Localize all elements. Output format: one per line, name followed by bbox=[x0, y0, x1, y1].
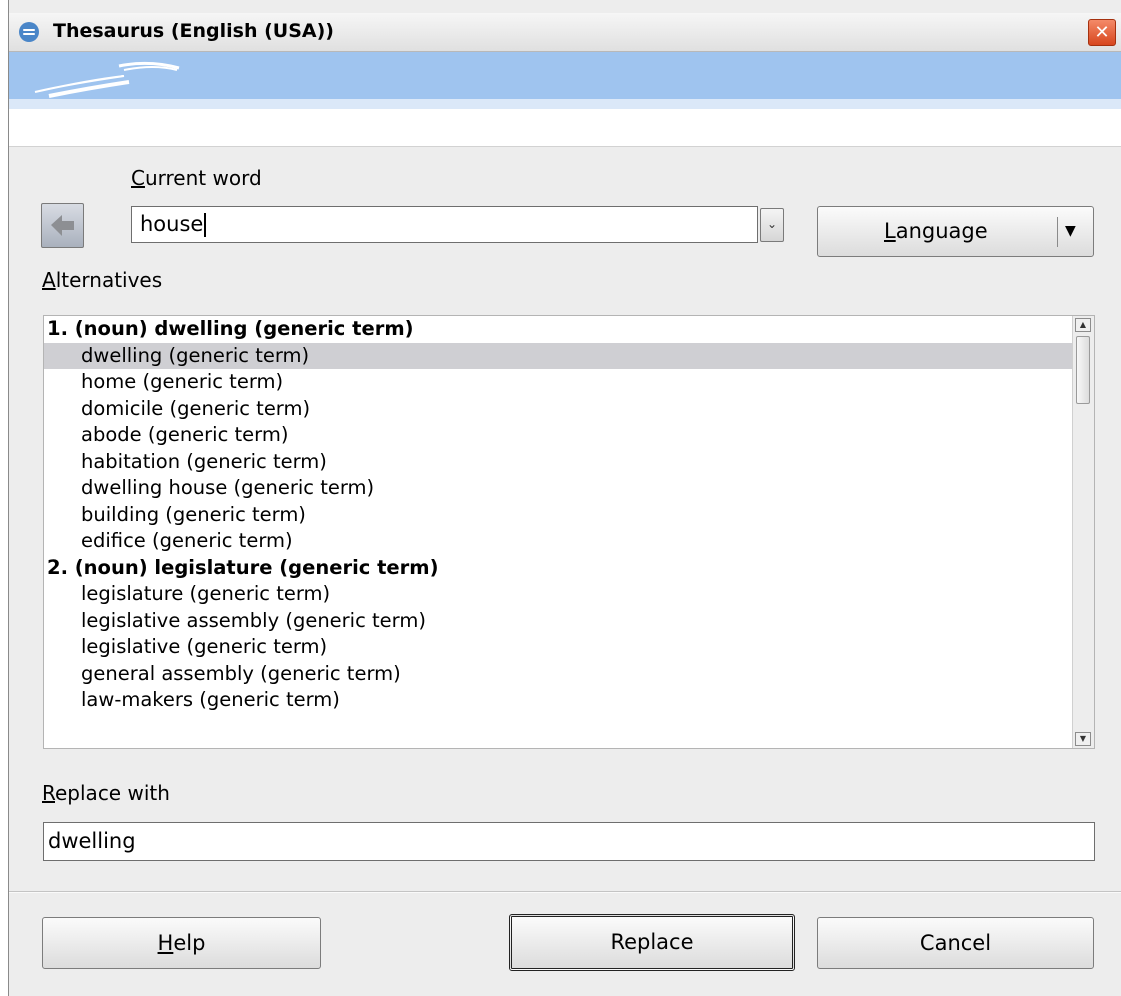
banner-footer bbox=[9, 109, 1121, 147]
replace-with-input[interactable]: dwelling bbox=[43, 822, 1095, 861]
list-item[interactable]: legislature (generic term) bbox=[44, 581, 1072, 608]
current-word-input[interactable]: house bbox=[131, 206, 758, 243]
close-button[interactable]: ✕ bbox=[1088, 19, 1116, 46]
language-separator bbox=[1057, 217, 1058, 247]
openoffice-icon bbox=[19, 22, 39, 42]
alternatives-scrollbar[interactable]: ▲ ▼ bbox=[1072, 316, 1094, 748]
gulls-logo bbox=[34, 61, 180, 98]
list-item[interactable]: general assembly (generic term) bbox=[44, 661, 1072, 688]
banner-stripe bbox=[9, 99, 1121, 109]
window-title: Thesaurus (English (USA)) bbox=[53, 20, 334, 42]
cancel-button[interactable]: Cancel bbox=[817, 917, 1094, 969]
alternatives-items: 1. (noun) dwelling (generic term) dwellin… bbox=[44, 316, 1072, 714]
list-item[interactable]: legislative assembly (generic term) bbox=[44, 608, 1072, 635]
list-item[interactable]: home (generic term) bbox=[44, 369, 1072, 396]
list-item[interactable]: abode (generic term) bbox=[44, 422, 1072, 449]
chevron-down-icon: ▼ bbox=[1065, 223, 1076, 239]
help-button[interactable]: Help bbox=[42, 917, 321, 969]
alternatives-label: Alternatives bbox=[42, 268, 163, 292]
list-item[interactable]: legislative (generic term) bbox=[44, 634, 1072, 661]
arrow-left-icon bbox=[51, 215, 74, 236]
banner bbox=[9, 52, 1121, 99]
scroll-thumb[interactable] bbox=[1076, 336, 1090, 404]
replace-button[interactable]: Replace bbox=[509, 914, 795, 971]
list-item[interactable]: domicile (generic term) bbox=[44, 396, 1072, 423]
language-label: Language bbox=[884, 219, 988, 243]
title-bar[interactable]: Thesaurus (English (USA)) ✕ bbox=[9, 13, 1121, 52]
scroll-up-button[interactable]: ▲ bbox=[1075, 318, 1091, 332]
separator-highlight bbox=[9, 892, 1121, 893]
list-item[interactable]: dwelling house (generic term) bbox=[44, 475, 1072, 502]
language-button[interactable]: Language ▼ bbox=[817, 206, 1094, 257]
replace-with-label: Replace with bbox=[42, 781, 170, 805]
list-item[interactable]: habitation (generic term) bbox=[44, 449, 1072, 476]
current-word-dropdown[interactable]: ⌄ bbox=[760, 208, 784, 242]
current-word-label: Current word bbox=[131, 166, 262, 190]
list-item[interactable]: law-makers (generic term) bbox=[44, 687, 1072, 714]
list-item[interactable]: building (generic term) bbox=[44, 502, 1072, 529]
back-button[interactable] bbox=[41, 203, 84, 248]
list-item[interactable]: edifice (generic term) bbox=[44, 528, 1072, 555]
alternatives-list[interactable]: 1. (noun) dwelling (generic term) dwellin… bbox=[43, 315, 1095, 749]
list-group-header[interactable]: 2. (noun) legislature (generic term) bbox=[44, 555, 1072, 582]
list-item[interactable]: dwelling (generic term) bbox=[44, 342, 1072, 369]
scroll-down-button[interactable]: ▼ bbox=[1075, 732, 1091, 746]
thesaurus-dialog: Thesaurus (English (USA)) ✕ Current word… bbox=[8, 0, 1121, 996]
list-group-header[interactable]: 1. (noun) dwelling (generic term) bbox=[44, 316, 1072, 343]
